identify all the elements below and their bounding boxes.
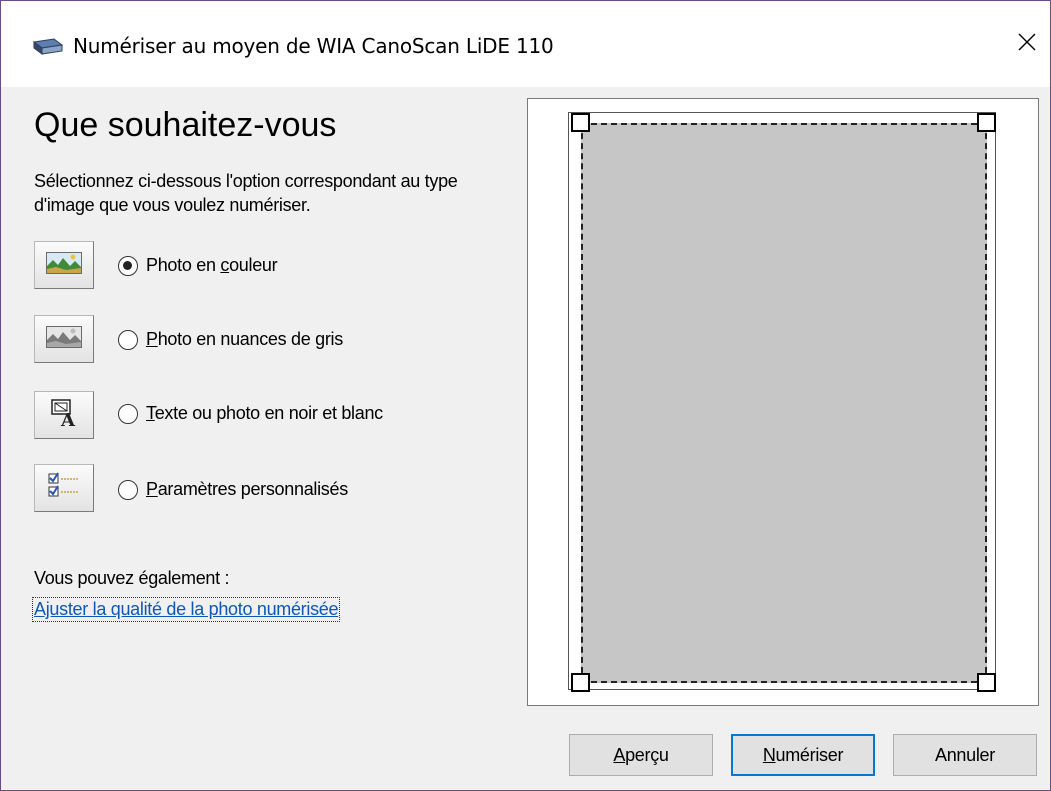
option-label: Texte ou photo en noir et blanc (146, 403, 383, 423)
scan-dialog: Numériser au moyen de WIA CanoScan LiDE … (0, 0, 1051, 791)
preview-button[interactable]: Aperçu (569, 734, 713, 776)
color-photo-icon-button[interactable] (34, 241, 94, 289)
option-label: Photo en nuances de gris (146, 329, 343, 349)
option-custom-settings[interactable]: Paramètres personnalisés (118, 479, 348, 500)
custom-settings-icon-button[interactable] (34, 464, 94, 512)
window-title: Numériser au moyen de WIA CanoScan LiDE … (73, 34, 554, 58)
also-label: Vous pouvez également : (34, 568, 230, 588)
grayscale-photo-icon (46, 325, 82, 353)
option-grayscale-photo[interactable]: Photo en nuances de gris (118, 329, 343, 350)
close-icon (1018, 33, 1036, 56)
radio-grayscale-photo[interactable] (118, 329, 138, 350)
svg-text:A: A (60, 410, 76, 428)
option-text-bw[interactable]: Texte ou photo en noir et blanc (118, 403, 383, 424)
custom-settings-icon (48, 471, 80, 505)
close-button[interactable] (1004, 17, 1050, 71)
scan-selection-area[interactable] (581, 123, 987, 683)
radio-color-photo[interactable] (118, 255, 138, 276)
grayscale-photo-icon-button[interactable] (34, 315, 94, 363)
scanner-icon (32, 38, 64, 56)
preview-pane[interactable] (527, 98, 1039, 706)
text-bw-icon-button[interactable]: A (34, 391, 94, 439)
instructions-text: Sélectionnez ci-dessous l'option corresp… (34, 171, 458, 215)
resize-handle-top-left[interactable] (571, 113, 590, 132)
cancel-button-label: Annuler (935, 744, 995, 765)
scan-button[interactable]: Numériser (731, 734, 875, 776)
page-heading: Que souhaitez-vous (34, 106, 337, 144)
radio-text-bw[interactable] (118, 403, 138, 424)
radio-custom-settings[interactable] (118, 479, 138, 500)
scan-button-label: Numériser (762, 744, 844, 765)
resize-handle-bottom-left[interactable] (571, 673, 590, 692)
adjust-quality-link[interactable]: Ajuster la qualité de la photo numérisée (31, 597, 341, 622)
resize-handle-bottom-right[interactable] (977, 673, 996, 692)
preview-button-label: Aperçu (613, 744, 669, 765)
option-label: Paramètres personnalisés (146, 479, 348, 499)
option-color-photo[interactable]: Photo en couleur (118, 255, 278, 276)
resize-handle-top-right[interactable] (977, 113, 996, 132)
cancel-button[interactable]: Annuler (893, 734, 1037, 776)
text-bw-icon: A (49, 398, 79, 433)
option-label: Photo en couleur (146, 255, 278, 275)
color-photo-icon (46, 251, 82, 279)
title-bar[interactable]: Numériser au moyen de WIA CanoScan LiDE … (1, 1, 1050, 87)
